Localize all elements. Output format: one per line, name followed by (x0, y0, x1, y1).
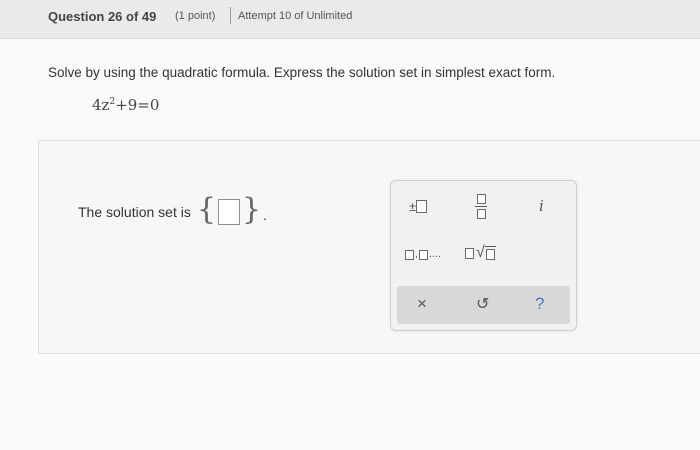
plus-minus-button[interactable]: ± (409, 199, 428, 214)
question-header: Question 26 of 49 (1 point) Attempt 10 o… (0, 0, 700, 39)
list-box-icon (418, 250, 428, 260)
list-button[interactable]: , .... (405, 248, 441, 260)
coefficient-box-icon (465, 247, 474, 259)
question-number: Question 26 of 49 (48, 9, 157, 24)
help-button[interactable]: ? (535, 294, 544, 314)
header-divider (230, 7, 231, 24)
answer-panel (38, 140, 700, 354)
sqrt-icon: √ (476, 244, 485, 261)
placeholder-box-icon (416, 200, 428, 213)
radicand-box-icon (485, 249, 495, 260)
undo-button[interactable]: ↺ (476, 294, 489, 314)
list-box-icon (405, 250, 414, 260)
answer-label: The solution set is (78, 204, 191, 220)
math-palette: ± i , .... √ × ↺ ? (390, 180, 577, 331)
close-brace: } (241, 192, 262, 227)
answer-line: The solution set is { } . (78, 195, 267, 225)
question-points: (1 point) (175, 10, 216, 22)
answer-period: . (263, 207, 267, 223)
equation-rest: +9=0 (115, 96, 160, 114)
plus-minus-icon: ± (409, 199, 417, 214)
attempt-counter: Attempt 10 of Unlimited (238, 10, 353, 22)
nth-root-button[interactable]: √ (465, 244, 496, 262)
question-prompt: Solve by using the quadratic formula. Ex… (48, 65, 556, 80)
denominator-box-icon (476, 209, 486, 219)
page: Question 26 of 49 (1 point) Attempt 10 o… (0, 0, 700, 450)
open-brace: { (196, 192, 216, 227)
equation: 4z2+9=0 (92, 96, 159, 114)
equation-base: 4z (92, 96, 110, 114)
list-ellipsis: .... (428, 248, 442, 260)
answer-input-box[interactable] (217, 199, 240, 225)
radicand (484, 246, 496, 260)
numerator-box-icon (476, 194, 486, 204)
fraction-button[interactable] (475, 194, 487, 219)
palette-action-bar: × ↺ ? (397, 286, 570, 324)
fraction-bar-icon (475, 206, 487, 207)
clear-button[interactable]: × (417, 294, 427, 314)
imaginary-unit-button[interactable]: i (539, 197, 544, 215)
